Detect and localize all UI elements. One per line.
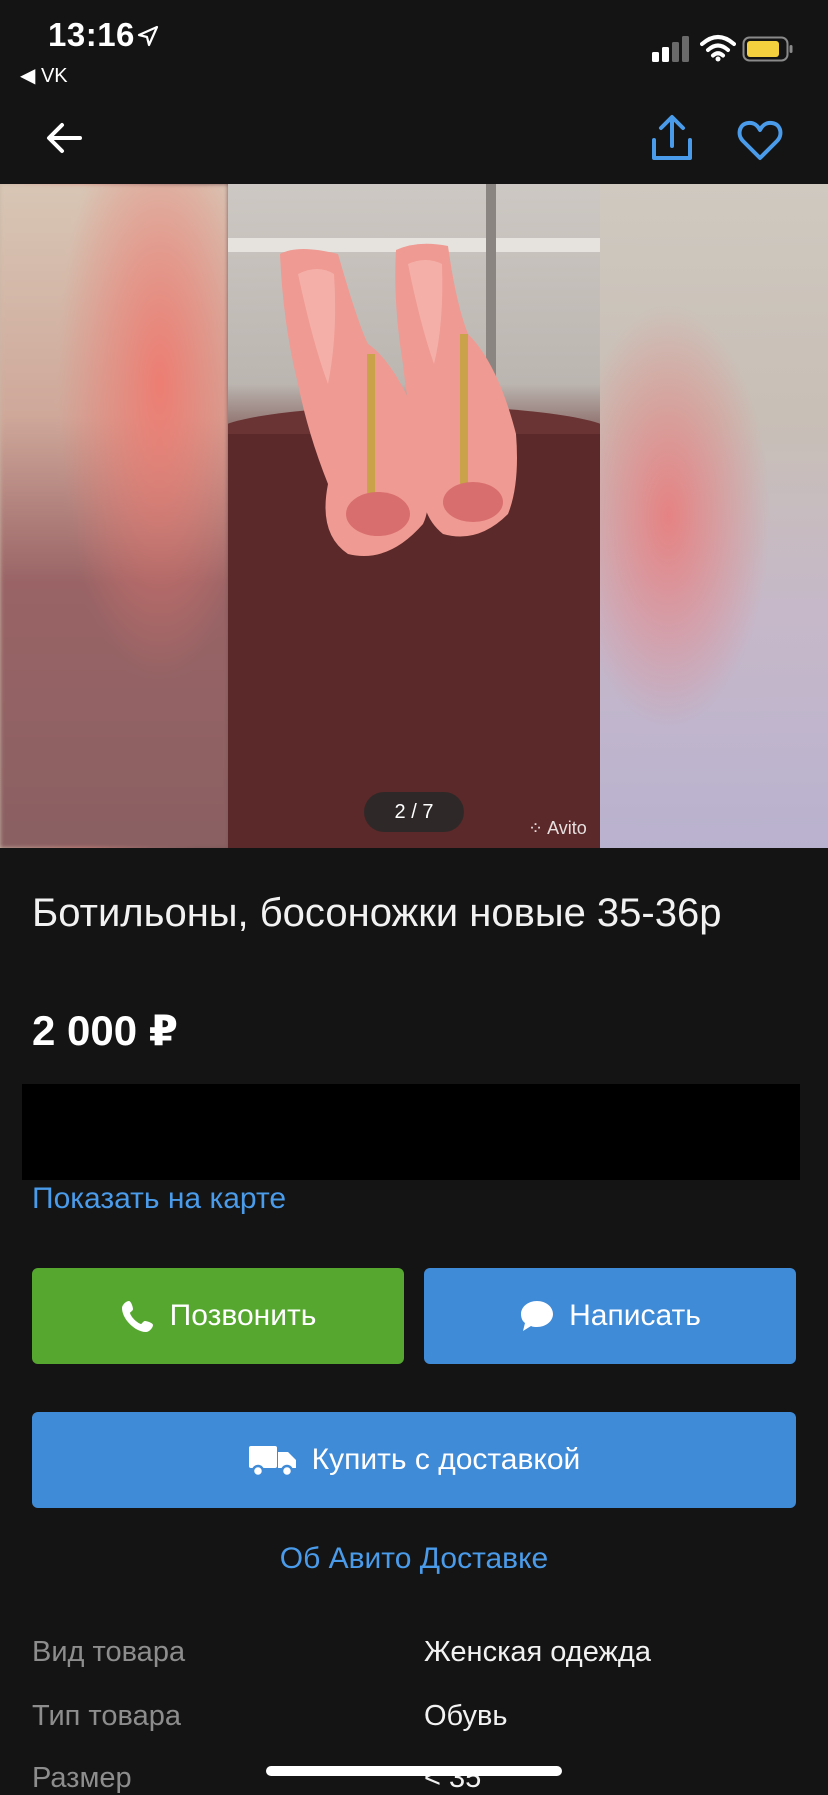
listing-title: Ботильоны, босоножки новые 35-36р [32, 891, 722, 935]
call-button-label: Позвонить [169, 1299, 317, 1332]
listing-price: 2 000 ₽ [32, 1007, 178, 1054]
call-button[interactable]: Позвонить [32, 1268, 404, 1364]
home-indicator[interactable] [266, 1766, 562, 1776]
cellular-signal-icon [652, 36, 689, 62]
wifi-icon [700, 35, 736, 62]
redacted-address-block [22, 1084, 800, 1180]
show-on-map-link[interactable]: Показать на карте [32, 1182, 286, 1216]
param-label: Вид товара [32, 1636, 186, 1668]
share-icon[interactable] [648, 114, 696, 164]
about-avito-delivery-link[interactable]: Об Авито Доставке [0, 1542, 828, 1576]
delivery-truck-icon [248, 1446, 296, 1478]
buy-with-delivery-button[interactable]: Купить с доставкой [32, 1412, 796, 1508]
avito-watermark: ⁘ Avito [528, 818, 587, 838]
photo-gallery[interactable] [0, 184, 828, 848]
status-time: 13:16 [48, 16, 135, 53]
avito-logo-icon: ⁘ [528, 818, 544, 838]
shoes-illustration [228, 184, 600, 848]
buy-button-label: Купить с доставкой [311, 1443, 581, 1476]
write-button-label: Написать [569, 1299, 701, 1332]
param-value: Женская одежда [424, 1636, 651, 1668]
param-label: Тип товара [32, 1700, 181, 1732]
location-arrow-icon [137, 25, 159, 47]
write-message-button[interactable]: Написать [424, 1268, 796, 1364]
back-to-app-link[interactable]: ◀ VK [20, 63, 68, 88]
param-value: Обувь [424, 1700, 508, 1732]
product-photo[interactable] [228, 184, 600, 848]
photo-counter: 2 / 7 [364, 792, 464, 832]
battery-icon [742, 36, 793, 62]
gallery-blur-right [600, 184, 828, 848]
param-label: Размер [32, 1762, 132, 1794]
gallery-blur-left [0, 184, 228, 848]
back-arrow-icon[interactable] [42, 116, 86, 160]
chat-bubble-icon [521, 1301, 554, 1331]
phone-icon [121, 1301, 153, 1332]
favorite-heart-icon[interactable] [736, 118, 784, 162]
